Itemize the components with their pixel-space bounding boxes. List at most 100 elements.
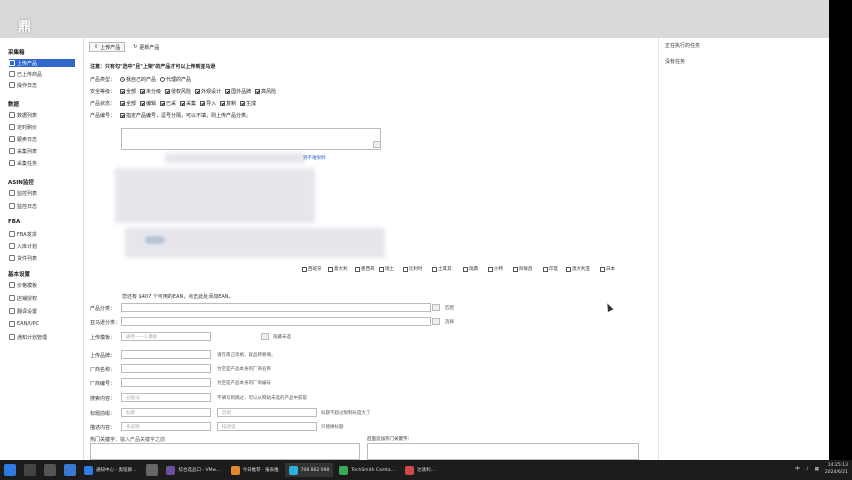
country-jp[interactable]: 日本 <box>600 266 615 272</box>
checkbox-status-generate[interactable]: 生成 <box>240 100 256 107</box>
sidebar-item-shipments[interactable]: 货件列表 <box>9 254 75 262</box>
taskbar-app-1[interactable]: 通知中心 - 奥钮群… <box>80 463 140 477</box>
sidebar-item-follow-log[interactable]: 跟卖日志 <box>9 135 75 143</box>
country-se[interactable]: 瑞典 <box>463 266 478 272</box>
taskbar-app-5[interactable]: TechSmith Camta… <box>335 463 399 477</box>
sidebar-section-asin: ASIN监控 <box>8 180 34 186</box>
sidebar-item-inbound-plan[interactable]: 入库计划 <box>9 242 75 250</box>
maker-no-hint: 为空是产品本身的厂商编号 <box>217 381 271 386</box>
country-mx[interactable]: 墨西哥 <box>355 266 375 272</box>
search-icon[interactable] <box>24 464 36 476</box>
volume-icon[interactable]: ♪ <box>806 467 809 472</box>
sidebar-item-fba-ship[interactable]: FBA发货 <box>9 230 75 238</box>
maker-no-input[interactable] <box>121 378 211 387</box>
product-code-textarea[interactable] <box>121 128 381 150</box>
sidebar-item-monitor-list[interactable]: 监控列表 <box>9 189 75 197</box>
main-panel: ⇧ 上传产品 ↻ 更新产品 注意：只有勾"选中"且"上架"的产品才可以上传到亚马逊 … <box>85 38 655 460</box>
maker-input[interactable] <box>121 364 211 373</box>
hide-toggle-button[interactable] <box>261 333 269 340</box>
match-button[interactable]: 匹配 <box>445 305 454 311</box>
country-tr[interactable]: 土耳其 <box>432 266 452 272</box>
radio-own-product[interactable]: 我自己的产品 <box>120 76 156 83</box>
checkbox-safety-unrated[interactable]: 未分级 <box>140 88 161 95</box>
start-icon[interactable] <box>4 464 16 476</box>
safety-level-row: 安全等级： 全部 未分级 侵权风险 外观设计 国外品牌 高风险 <box>90 88 277 95</box>
sidebar-item-collect-list[interactable]: 采集列表 <box>9 147 75 155</box>
running-tasks-header: 正在执行的任务 <box>665 43 701 49</box>
append-keywords-textarea[interactable] <box>367 443 639 460</box>
checkbox-safety-all[interactable]: 全部 <box>120 88 136 95</box>
checkbox-safety-risk[interactable]: 侵权风险 <box>165 88 191 95</box>
country-in[interactable]: 印度 <box>543 266 558 272</box>
checkbox-status-collected[interactable]: 已采 <box>160 100 176 107</box>
hot-keywords-textarea[interactable] <box>90 443 360 460</box>
ime-indicator[interactable]: 中 <box>795 466 800 472</box>
country-au[interactable]: 澳大利亚 <box>566 266 590 272</box>
category-input[interactable] <box>121 303 431 312</box>
desc-content-hint: 只替换标题 <box>321 425 344 430</box>
sidebar-section-data: 数据 <box>8 102 20 108</box>
search-content-input[interactable]: 分类词 <box>121 393 211 402</box>
radio-agent-product[interactable]: 代理的产品 <box>160 76 191 83</box>
sidebar-item-monitor-log[interactable]: 监控日志 <box>9 202 75 210</box>
sidebar-item-notify[interactable]: 通知计划管理 <box>9 333 75 341</box>
category-dropdown-button[interactable] <box>432 304 440 311</box>
taskbar-app-3[interactable]: 今日推荐 - 报表推 <box>227 463 283 477</box>
desc-content-input[interactable]: 多说明 <box>121 422 211 431</box>
country-ch[interactable]: 瑞士 <box>379 266 394 272</box>
country-be[interactable]: 比利时 <box>403 266 423 272</box>
checkbox-status-copy[interactable]: 复制 <box>220 100 236 107</box>
sidebar-item-price-template[interactable]: 价格模板 <box>9 281 75 289</box>
tab-upload[interactable]: ⇧ 上传产品 <box>89 42 126 52</box>
checkbox-icon <box>200 101 206 106</box>
title-prefix-input[interactable]: 标题 <box>121 408 211 417</box>
app-icon[interactable] <box>146 464 159 476</box>
sidebar-item-oplog[interactable]: 操作日志 <box>9 81 75 89</box>
upload-template-select[interactable]: 通用——1 模板 <box>121 332 211 341</box>
sidebar-item-uploaded[interactable]: 已上传商品 <box>9 70 75 78</box>
checkbox-safety-design[interactable]: 外观设计 <box>195 88 221 95</box>
sidebar-item-upload[interactable]: 上传产品 <box>9 59 75 67</box>
brand-input[interactable] <box>121 350 211 359</box>
sidebar-item-ean[interactable]: EAN/UPC <box>9 320 75 328</box>
select-button[interactable]: 选择 <box>445 319 454 325</box>
country-it[interactable]: 意大利 <box>328 266 348 272</box>
taskview-icon[interactable] <box>44 464 56 476</box>
limit-link[interactable]: 到不难限制 <box>303 155 326 161</box>
textarea-resize-handle[interactable] <box>373 141 381 148</box>
brand-hint: 请在南己资格，就品牌要填。 <box>217 353 276 358</box>
checkbox-status-all[interactable]: 全部 <box>120 100 136 107</box>
country-sa[interactable]: 沙特 <box>488 266 503 272</box>
hot-keywords-row: 热门关键字： 输入产品关键字之前 <box>90 437 166 443</box>
bell-icon <box>9 334 15 340</box>
amazon-category-dropdown-button[interactable] <box>432 318 440 325</box>
sidebar-item-shop-auth[interactable]: 店铺授权 <box>9 294 75 302</box>
network-icon[interactable]: ▦ <box>815 467 819 472</box>
desc-content-input-2[interactable]: 描述说 <box>217 422 317 431</box>
checkbox-safety-high-risk[interactable]: 高风险 <box>255 88 276 95</box>
sidebar-item-collect-task[interactable]: 采集任务 <box>9 159 75 167</box>
ean-notice[interactable]: 您还有 $407 个可用的EAN，点击此处添加EAN。 <box>122 293 234 300</box>
country-es[interactable]: 西班牙 <box>302 266 322 272</box>
sidebar-item-translate[interactable]: 翻译设置 <box>9 307 75 315</box>
taskbar-app-4[interactable]: 708 862 098 <box>284 463 334 477</box>
taskbar-app-2[interactable]: 综合选品口 - VMw… <box>162 463 224 477</box>
browser-icon[interactable] <box>64 464 76 476</box>
amazon-category-input[interactable] <box>121 317 431 326</box>
taskbar-app-6[interactable]: 达速利… <box>401 463 439 477</box>
obscured-content <box>165 153 305 163</box>
title-suffix-input[interactable]: 后缀 <box>217 408 317 417</box>
checkbox-icon <box>379 266 384 272</box>
tab-update[interactable]: ↻ 更新产品 <box>129 42 163 52</box>
checkbox-product-code[interactable]: 指定产品编号，逗号分隔，可以不填，则上传产品分类。 <box>120 112 251 119</box>
sidebar-section-settings: 基本设置 <box>8 272 31 278</box>
country-ae[interactable]: 阿联酋 <box>513 266 533 272</box>
checkbox-status-import[interactable]: 导入 <box>200 100 216 107</box>
clock[interactable]: 14:25:13 2024/6/21 <box>825 462 848 476</box>
checkbox-status-edit[interactable]: 编辑 <box>140 100 156 107</box>
checkbox-safety-foreign-brand[interactable]: 国外品牌 <box>225 88 251 95</box>
checkbox-status-collect[interactable]: 采集 <box>180 100 196 107</box>
sidebar-item-timed-price[interactable]: 定时刷价 <box>9 123 75 131</box>
sidebar-item-data-list[interactable]: 数据列表 <box>9 111 75 119</box>
app-icon <box>84 465 93 475</box>
